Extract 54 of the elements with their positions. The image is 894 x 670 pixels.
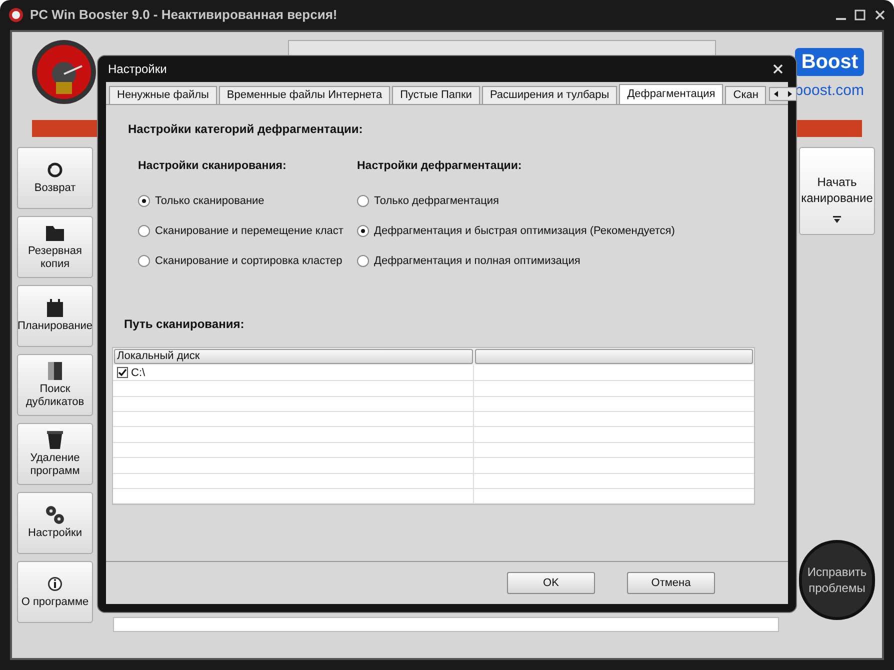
dialog-button[interactable]: OK — [507, 572, 595, 594]
check-icon — [118, 368, 127, 378]
sidebar-button[interactable]: Поиск дубликатов — [17, 354, 93, 416]
sidebar-item-icon — [46, 161, 64, 179]
section-heading: Настройки категорий дефрагментации: — [128, 121, 364, 138]
app-icon — [8, 7, 24, 23]
sidebar-button[interactable]: Удаление программ — [17, 423, 93, 485]
dialog-button[interactable]: Отмена — [627, 572, 715, 594]
radio-button[interactable] — [138, 195, 150, 208]
fix-problems-button[interactable]: Исправить проблемы — [799, 540, 875, 620]
tab[interactable]: Расширения и тулбары — [482, 86, 618, 104]
group-heading: Настройки сканирования: — [138, 159, 288, 174]
sidebar-button[interactable]: О программе — [17, 561, 93, 623]
section-heading: Путь сканирования: — [124, 316, 246, 334]
radio-label: Дефрагментация и быстрая оптимизация (Рекомендуется) — [374, 224, 675, 239]
maximize-icon — [854, 9, 866, 21]
radio-button[interactable] — [357, 255, 369, 268]
radio-label: Сканирование и перемещение класт — [155, 224, 344, 239]
minimize-icon — [836, 18, 846, 20]
gauge-icon — [30, 38, 98, 106]
radio-label: Дефрагментация и полная оптимизация — [374, 254, 580, 269]
close-icon — [772, 63, 784, 75]
radio-button[interactable] — [357, 225, 369, 238]
radio-label: Сканирование и сортировка кластер — [155, 254, 342, 269]
sidebar-item-icon — [46, 362, 64, 380]
sidebar-button[interactable]: Возврат — [17, 147, 93, 209]
dialog-title: Настройки — [108, 61, 167, 78]
radio-label: Только сканирование — [155, 194, 264, 209]
tab[interactable]: Дефрагментация — [619, 84, 724, 104]
radio-label: Только дефрагментация — [374, 194, 500, 209]
window-title: PC Win Booster 9.0 - Неактивированная версия! — [30, 6, 338, 24]
close-icon — [874, 9, 886, 21]
group-heading: Настройки дефрагментации: — [357, 159, 523, 174]
radio-button[interactable] — [138, 225, 150, 238]
start-scan-button[interactable]: Начать канирование — [799, 147, 875, 235]
sidebar-item-icon — [46, 506, 64, 524]
sidebar-item-icon — [46, 430, 64, 448]
sidebar-button[interactable]: Настройки — [17, 492, 93, 554]
tab[interactable]: Ненужные файлы — [109, 86, 217, 104]
column-header: Локальный диск — [114, 349, 473, 364]
radio-button[interactable] — [138, 255, 150, 268]
sidebar-button[interactable]: Планирование — [17, 285, 93, 347]
logo: Boost — [795, 48, 864, 76]
dropdown-icon — [833, 216, 841, 224]
sidebar-item-icon — [46, 299, 64, 317]
drive-label: C:\ — [131, 366, 146, 380]
sidebar-item-icon — [46, 224, 64, 242]
checkbox[interactable] — [117, 367, 128, 378]
tab[interactable]: Скан — [725, 86, 766, 104]
sidebar-button[interactable]: Резервная копия — [17, 216, 93, 278]
tab[interactable]: Временные файлы Интернета — [218, 86, 390, 104]
tab[interactable]: Пустые Папки — [392, 86, 480, 104]
sidebar-item-icon — [46, 575, 64, 593]
radio-button[interactable] — [357, 195, 369, 208]
